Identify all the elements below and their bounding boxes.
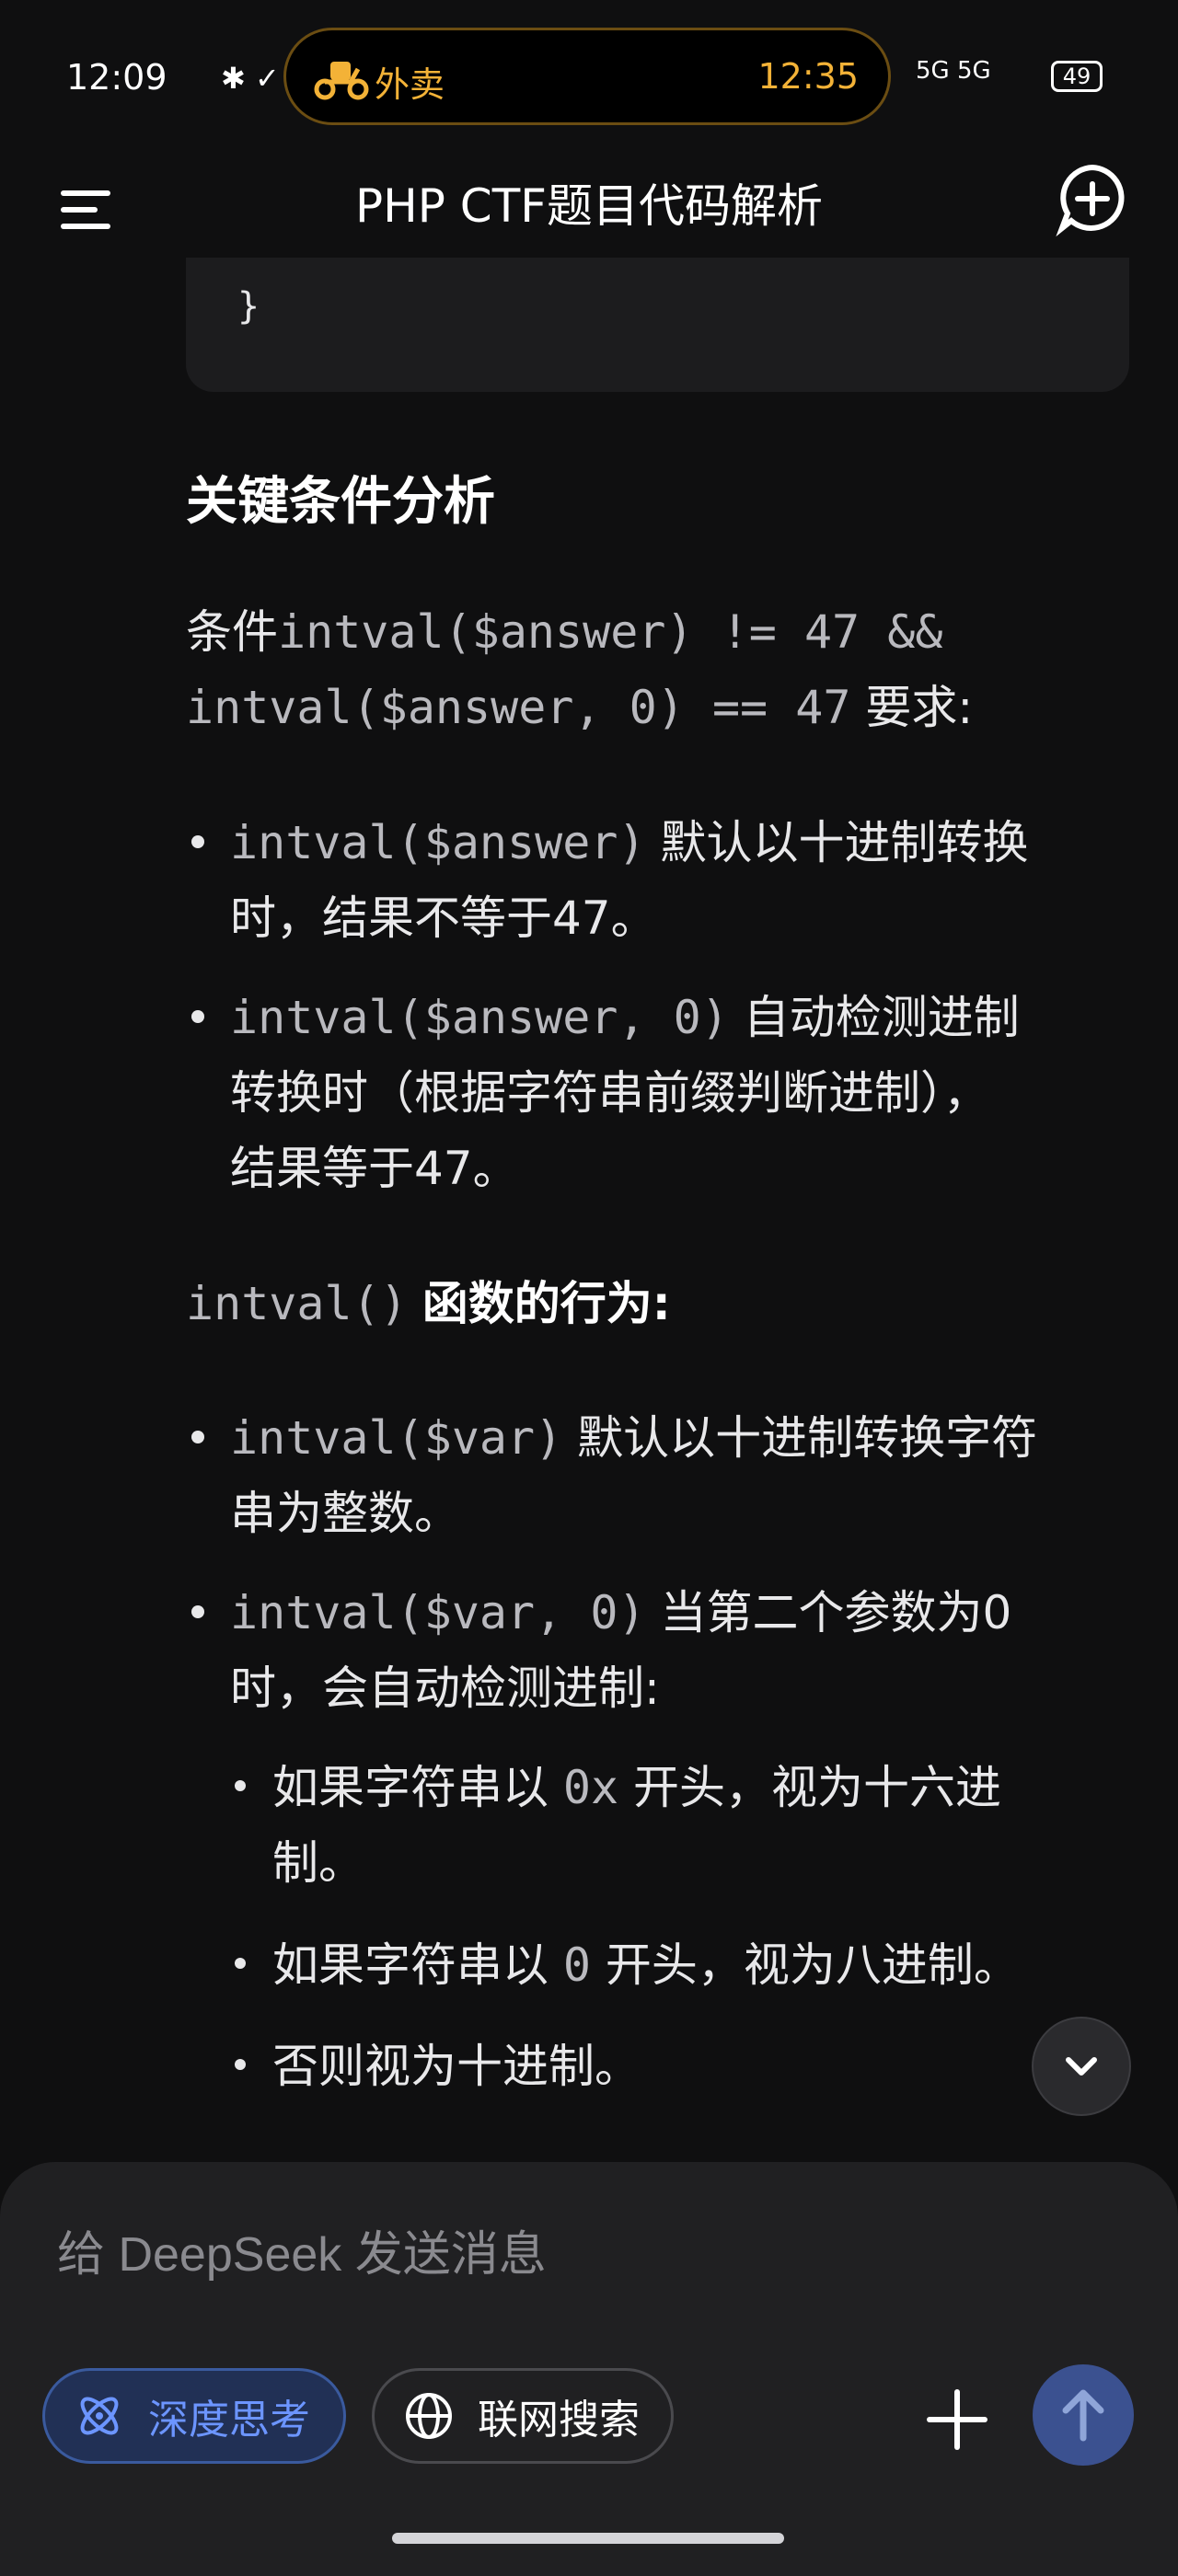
deep-think-toggle[interactable]: 深度思考 [42, 2368, 346, 2464]
function-heading-text: 函数的行为: [422, 1277, 671, 1330]
arrow-up-icon [1062, 2389, 1104, 2442]
list-item: 如果字符串以 0x 开头，视为十六进 制。 [272, 1750, 1147, 1901]
globe-icon [406, 2393, 452, 2439]
inline-code: intval($var) [230, 1411, 563, 1465]
list-item-text: 否则视为十进制。 [272, 2040, 641, 2093]
code-block: } [186, 258, 1129, 392]
inline-code: 0x [562, 1761, 619, 1814]
live-activity-delivery[interactable]: 外卖 12:35 [283, 28, 891, 125]
chat-title: PHP CTF题目代码解析 [354, 179, 823, 233]
bullet-dot [191, 835, 204, 848]
bluetooth-nfc-icons: ✱ ✓ [221, 61, 280, 96]
inline-code: intval($var, 0) [230, 1586, 646, 1639]
list-item: 否则视为十进制。 [272, 2029, 1147, 2104]
bullet-dot [191, 1431, 204, 1443]
chat-header: PHP CTF题目代码解析 [0, 156, 1178, 258]
deep-think-label: 深度思考 [148, 2397, 310, 2444]
web-search-toggle[interactable]: 联网搜索 [372, 2368, 674, 2464]
code-line: } [237, 285, 260, 328]
bullet-dot [191, 1010, 204, 1023]
inline-code: intval($answer, 0) [230, 991, 729, 1044]
list-item-text: 结果等于47。 [230, 1142, 519, 1195]
scroll-to-bottom-button[interactable] [1032, 2017, 1131, 2116]
bullet-dot [235, 1958, 246, 1969]
list-item-text: 当第二个参数为0 [660, 1586, 1012, 1639]
web-search-label: 联网搜索 [478, 2397, 640, 2444]
condition-prefix: 条件 [186, 605, 278, 659]
bullet-dot [235, 2059, 246, 2070]
list-item-text: 自动检测进制 [743, 991, 1020, 1044]
delivery-eta: 12:35 [757, 56, 859, 97]
list-item-text: 默认以十进制转换 [660, 816, 1029, 869]
list-item-text: 开头，视为十六进 [633, 1761, 1002, 1814]
chevron-down-icon [1066, 2057, 1097, 2076]
list-item: 如果字符串以 0 开头，视为八进制。 [272, 1927, 1147, 2003]
list-item: intval($var) 默认以十进制转换字符 串为整数。 [230, 1400, 1178, 1551]
list-item-text: 串为整数。 [230, 1487, 460, 1540]
inline-code: intval($answer) [230, 816, 646, 869]
condition-paragraph: 条件intval($answer) != 47 && intval($answe… [186, 594, 1125, 745]
list-item-text: 开头，视为八进制。 [605, 1938, 1020, 1992]
chat-scroll-area[interactable]: } 关键条件分析 条件intval($answer) != 47 && intv… [0, 258, 1178, 2162]
new-chat-icon[interactable] [1051, 156, 1134, 239]
inline-code: 0 [562, 1938, 592, 1992]
list-item: intval($answer) 默认以十进制转换 时，结果不等于47。 [230, 805, 1178, 956]
scooter-icon [314, 62, 369, 100]
message-input[interactable] [55, 2217, 887, 2293]
function-heading: intval() 函数的行为: [186, 1266, 1125, 1341]
list-item-text: 如果字符串以 [272, 1938, 549, 1992]
inline-code: intval($answer) != 47 && [278, 605, 943, 659]
home-indicator[interactable] [392, 2533, 784, 2544]
battery-icon: 49 [1051, 61, 1103, 92]
bullet-dot [235, 1780, 246, 1791]
list-item-text: 默认以十进制转换字符 [577, 1411, 1038, 1465]
list-item-text: 制。 [272, 1836, 364, 1890]
send-button[interactable] [1033, 2364, 1134, 2466]
section-heading: 关键条件分析 [186, 472, 495, 532]
message-composer: 深度思考 联网搜索 [0, 2162, 1178, 2576]
bullet-dot [191, 1605, 204, 1618]
list-item-text: 时，会自动检测进制: [230, 1662, 660, 1715]
status-bar: 12:09 ✱ ✓ 外卖 12:35 5G 5G 49 [0, 0, 1178, 156]
inline-code: intval() [186, 1277, 408, 1330]
list-item-text: 时，结果不等于47。 [230, 891, 657, 945]
signal-icons: 5G 5G [916, 57, 991, 85]
list-item-text: 转换时（根据字符串前缀判断进制）， [230, 1066, 989, 1120]
delivery-label: 外卖 [375, 64, 445, 105]
condition-suffix: 要求: [865, 681, 974, 734]
inline-code: intval($answer, 0) == 47 [186, 681, 851, 734]
list-item: intval($var, 0) 当第二个参数为0 时，会自动检测进制: [230, 1575, 1178, 1726]
list-item-text: 如果字符串以 [272, 1761, 549, 1814]
clock: 12:09 [66, 57, 167, 98]
plus-icon[interactable] [920, 2383, 994, 2456]
list-item: intval($answer, 0) 自动检测进制 转换时（根据字符串前缀判断进… [230, 980, 1178, 1206]
atom-icon [80, 2397, 119, 2435]
